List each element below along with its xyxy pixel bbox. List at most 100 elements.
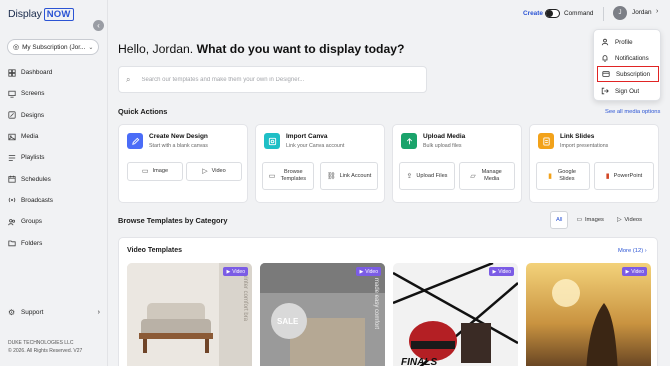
video-button[interactable]: ▷ Video xyxy=(186,162,242,181)
button-label: Manage Media xyxy=(481,169,502,182)
video-icon: ▷ xyxy=(616,217,622,223)
powerpoint-button[interactable]: ▮ PowerPoint xyxy=(594,162,654,190)
design-icon xyxy=(8,111,16,119)
button-label: Upload Files xyxy=(416,172,448,179)
menu-item-subscription[interactable]: Subscription xyxy=(597,66,659,82)
groups-icon xyxy=(8,218,16,226)
app-logo[interactable]: Display NOW xyxy=(8,6,74,22)
top-bar: Create Command J Jordan › xyxy=(108,0,670,28)
logo-text: Display xyxy=(8,8,42,20)
folder-icon: ▱ xyxy=(470,172,476,180)
tab-label: Images xyxy=(584,217,604,223)
copyright-company: DUKE TECHNOLOGIES LLC xyxy=(8,340,74,346)
image-button[interactable]: ▭ Image xyxy=(127,162,183,181)
template-thumbnail[interactable]: FINALS ▶ Video xyxy=(393,263,518,366)
sidebar-item-label: Dashboard xyxy=(21,69,53,77)
sidebar-item-broadcasts[interactable]: Broadcasts xyxy=(8,190,102,211)
tab-images[interactable]: ▭ Images xyxy=(571,211,609,229)
upload-icon xyxy=(401,133,417,149)
playlist-icon xyxy=(8,154,16,162)
sidebar-item-screens[interactable]: Screens xyxy=(8,83,102,104)
sidebar-item-groups[interactable]: Groups xyxy=(8,211,102,232)
button-label: Video xyxy=(211,168,226,174)
sidebar-item-designs[interactable]: Designs xyxy=(8,105,102,126)
broadcast-icon xyxy=(8,196,16,204)
template-thumbnail[interactable]: SALE made easy comfort ▶ Video xyxy=(260,263,385,366)
football-image xyxy=(393,263,518,366)
chevron-right-icon[interactable]: › xyxy=(656,8,658,15)
image-icon: ▭ xyxy=(576,217,582,223)
sale-label: SALE xyxy=(277,317,299,326)
upload-media-card[interactable]: Upload Media Bulk upload files ⇪ Upload F… xyxy=(392,124,522,203)
more-templates-link[interactable]: More (12) › xyxy=(618,248,647,254)
create-link[interactable]: Create xyxy=(523,10,543,17)
link-account-button[interactable]: ⛓ Link Account xyxy=(320,162,378,190)
play-icon: ▶ xyxy=(625,268,630,275)
sidebar-item-media[interactable]: Media xyxy=(8,126,102,147)
card-subtitle: Bulk upload files xyxy=(423,143,462,149)
button-label: Link Account xyxy=(339,172,372,179)
search-icon: ⌕ xyxy=(126,74,131,84)
template-thumbnail[interactable]: ▶ Video xyxy=(526,263,651,366)
link-slides-card[interactable]: Link Slides Import presentations ▮ Google… xyxy=(529,124,659,203)
collapse-sidebar-button[interactable]: ‹ xyxy=(93,20,104,31)
card-title: Import Canva xyxy=(286,133,328,140)
avatar[interactable]: J xyxy=(613,6,627,20)
template-search[interactable]: ⌕ xyxy=(118,66,427,93)
upload-icon: ⇪ xyxy=(406,172,413,180)
bell-icon xyxy=(601,54,609,62)
gear-icon: ⚙ xyxy=(8,308,16,317)
support-menu[interactable]: ⚙ Support › xyxy=(8,308,100,317)
sidebar-item-dashboard[interactable]: Dashboard xyxy=(8,62,102,83)
greeting-question: What do you want to display today? xyxy=(196,42,405,56)
sidebar-item-label: Screens xyxy=(21,90,45,98)
see-all-media-link[interactable]: See all media options xyxy=(605,109,660,115)
copyright-notice: © 2026. All Rights Reserved. V27 xyxy=(8,348,83,354)
tab-all[interactable]: All xyxy=(550,211,569,229)
subscription-label: My Subscription (Jor... xyxy=(22,43,86,51)
create-new-design-card[interactable]: Create New Design Start with a blank can… xyxy=(118,124,248,203)
chair-image xyxy=(127,263,252,366)
video-badge: ▶ Video xyxy=(356,267,381,276)
thumb-caption: winter comfort bra xyxy=(242,273,248,322)
menu-item-label: Sign Out xyxy=(615,87,640,95)
powerpoint-icon: ▮ xyxy=(605,172,610,180)
import-canva-card[interactable]: Import Canva Link your Canva account ▭ Br… xyxy=(255,124,385,203)
command-toggle[interactable] xyxy=(545,9,560,18)
play-icon: ▶ xyxy=(359,268,364,275)
button-label: PowerPoint xyxy=(613,172,643,179)
subscription-selector[interactable]: ◎ My Subscription (Jor... ⌄ xyxy=(7,39,99,55)
quick-actions-title: Quick Actions xyxy=(118,107,168,116)
user-name[interactable]: Jordan xyxy=(632,9,652,16)
badge-label: Video xyxy=(232,268,245,275)
manage-media-button[interactable]: ▱ Manage Media xyxy=(459,162,515,190)
menu-item-notifications[interactable]: Notifications xyxy=(594,50,662,66)
menu-item-label: Profile xyxy=(615,38,633,46)
support-label: Support xyxy=(21,308,44,316)
globe-icon: ◎ xyxy=(13,44,20,51)
screen-icon xyxy=(8,90,16,98)
browse-templates-button[interactable]: ▭ Browse Templates xyxy=(262,162,314,190)
badge-label: Video xyxy=(631,268,644,275)
card-subtitle: Link your Canva account xyxy=(286,143,345,149)
link-icon: ⛓ xyxy=(326,172,336,180)
menu-item-label: Subscription xyxy=(616,70,651,78)
tab-videos[interactable]: ▷ Videos xyxy=(612,211,647,229)
menu-item-profile[interactable]: Profile xyxy=(594,34,662,50)
sidebar-item-playlists[interactable]: Playlists xyxy=(8,147,102,168)
search-input[interactable] xyxy=(141,76,392,83)
button-label: Google Slides xyxy=(557,169,576,182)
badge-label: Video xyxy=(365,268,378,275)
sunset-image xyxy=(526,263,651,366)
google-slides-button[interactable]: ▮ Google Slides xyxy=(536,162,590,190)
badge-label: Video xyxy=(498,268,511,275)
video-icon: ▷ xyxy=(202,168,208,175)
template-thumbnail[interactable]: winter comfort bra ▶ Video xyxy=(127,263,252,366)
upload-files-button[interactable]: ⇪ Upload Files xyxy=(399,162,455,190)
sidebar-item-schedules[interactable]: Schedules xyxy=(8,168,102,189)
logo-badge-text: NOW xyxy=(43,7,74,21)
sidebar-item-folders[interactable]: Folders xyxy=(8,232,102,253)
menu-item-sign-out[interactable]: Sign Out xyxy=(594,83,662,99)
thumb-caption: made easy comfort xyxy=(373,278,379,330)
card-title: Create New Design xyxy=(149,133,208,140)
